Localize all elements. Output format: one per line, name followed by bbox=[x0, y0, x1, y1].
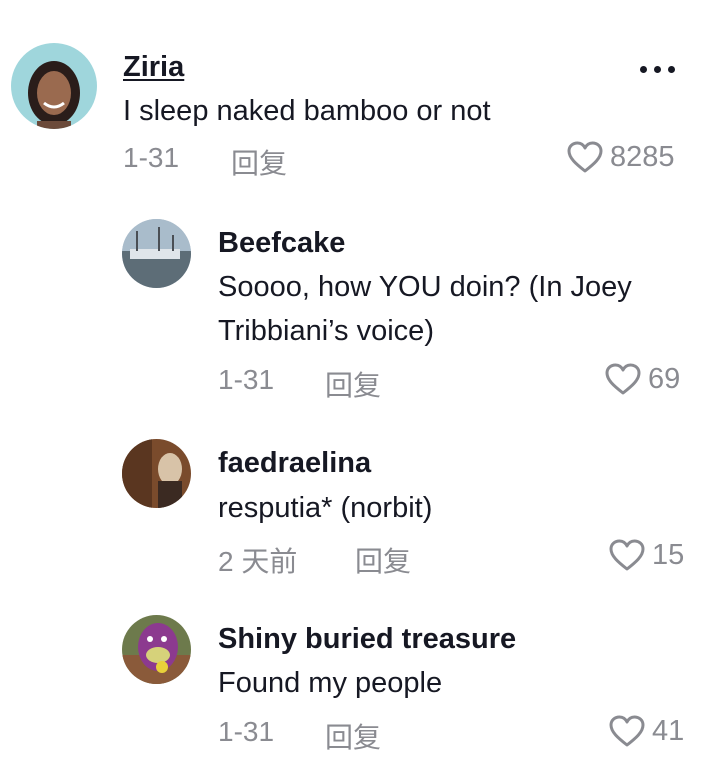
reply-text: Soooo, how YOU doin? (In Joey Tribbiani’… bbox=[218, 271, 632, 347]
heart-icon bbox=[567, 141, 603, 173]
reply-button[interactable]: 回复 bbox=[355, 540, 411, 580]
reply-text: Found my people bbox=[218, 667, 443, 699]
like-button[interactable]: 69 bbox=[604, 362, 680, 396]
like-button[interactable]: 15 bbox=[608, 538, 684, 572]
reply-button[interactable]: 回复 bbox=[231, 142, 287, 182]
heart-icon bbox=[609, 539, 645, 571]
like-count: 69 bbox=[648, 362, 681, 395]
like-count: 15 bbox=[652, 538, 685, 571]
avatar[interactable] bbox=[122, 615, 191, 684]
reply-text: resputia* (norbit) bbox=[218, 492, 433, 524]
reply-username[interactable]: Beefcake bbox=[218, 226, 345, 260]
heart-icon bbox=[609, 715, 645, 747]
reply-button[interactable]: 回复 bbox=[325, 364, 381, 404]
reply-username[interactable]: faedraelina bbox=[218, 446, 371, 480]
reply-date: 2 天前 bbox=[218, 546, 298, 577]
avatar[interactable] bbox=[11, 43, 97, 129]
avatar[interactable] bbox=[122, 219, 191, 288]
heart-icon bbox=[605, 363, 641, 395]
like-count: 41 bbox=[652, 714, 685, 747]
avatar[interactable] bbox=[122, 439, 191, 508]
reply-username[interactable]: Shiny buried treasure bbox=[218, 622, 516, 656]
comment-text: I sleep naked bamboo or not bbox=[123, 95, 491, 127]
comment-date: 1-31 bbox=[123, 142, 180, 173]
reply-date: 1-31 bbox=[218, 364, 275, 395]
like-button[interactable]: 41 bbox=[608, 714, 684, 748]
reply-date: 1-31 bbox=[218, 716, 275, 747]
comment-username[interactable]: Ziria bbox=[123, 50, 184, 84]
like-button[interactable]: 8285 bbox=[566, 140, 675, 174]
more-icon[interactable] bbox=[640, 66, 675, 73]
like-count: 8285 bbox=[610, 140, 675, 173]
reply-button[interactable]: 回复 bbox=[325, 716, 381, 756]
